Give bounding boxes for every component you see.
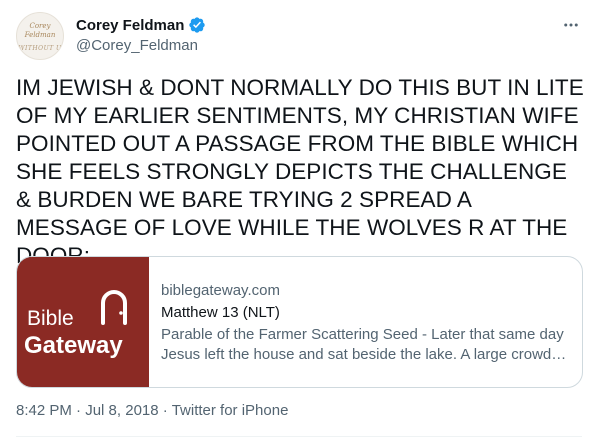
meta-separator: ·	[162, 402, 168, 419]
tweet-time[interactable]: 8:42 PM	[16, 402, 72, 419]
link-card[interactable]: Bible Gateway biblegateway.com Matthew 1…	[16, 256, 583, 388]
logo-text-bible: Bible	[27, 307, 74, 330]
bible-gateway-logo-icon	[101, 290, 127, 325]
author-name-row: Corey Feldman	[76, 16, 206, 34]
tweet-header: Corey Feldman WITHOUT U Corey Feldman @C…	[16, 12, 582, 60]
avatar-text-line1: Corey	[29, 22, 51, 30]
link-card-body: biblegateway.com Matthew 13 (NLT) Parabl…	[149, 257, 582, 387]
link-card-title: Matthew 13 (NLT)	[161, 304, 280, 321]
link-card-description: Parable of the Farmer Scattering Seed - …	[161, 326, 564, 363]
more-icon[interactable]	[560, 14, 582, 36]
avatar-text-line2: Feldman	[24, 31, 56, 39]
meta-separator: ·	[76, 402, 82, 419]
tweet-date[interactable]: Jul 8, 2018	[85, 402, 158, 419]
tweet-source[interactable]: Twitter for iPhone	[172, 402, 289, 419]
tweet-meta: 8:42 PM · Jul 8, 2018 · Twitter for iPho…	[16, 402, 288, 419]
logo-text-gateway: Gateway	[24, 332, 123, 359]
author-name[interactable]: Corey Feldman	[76, 17, 184, 34]
divider	[16, 436, 582, 437]
verified-badge-icon	[188, 16, 206, 34]
author-handle[interactable]: @Corey_Feldman	[76, 37, 198, 54]
tweet-text: IM JEWISH & DONT NORMALLY DO THIS BUT IN…	[16, 75, 584, 268]
link-card-domain: biblegateway.com	[161, 282, 280, 299]
avatar[interactable]: Corey Feldman WITHOUT U	[16, 12, 64, 60]
link-card-image: Bible Gateway	[17, 257, 149, 387]
avatar-text-line3: WITHOUT U	[18, 45, 62, 52]
